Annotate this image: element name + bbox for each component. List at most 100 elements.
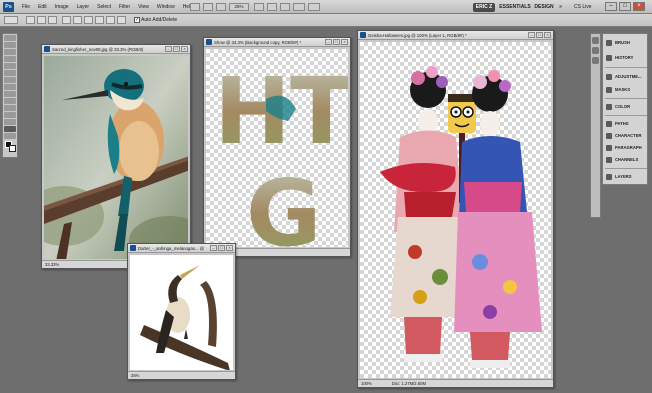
document-window-kingfisher[interactable]: Sacred_kingfisher_nov08.jpg @ 33.3% (RGB…	[41, 44, 191, 269]
paths-mode-button[interactable]	[37, 16, 46, 24]
document-window-geisha[interactable]: Geisha-Halloween.jpg @ 100% (Layer 1, RG…	[357, 30, 554, 388]
marquee-tool-icon[interactable]	[4, 42, 16, 48]
more-workspaces-button[interactable]: »	[557, 3, 564, 12]
panel-masks[interactable]: MASKS	[603, 84, 647, 95]
document-window-htg[interactable]: Show @ 33.3% (Background copy, RGB/8#) *…	[203, 37, 351, 257]
brush-presets-icon[interactable]	[592, 37, 599, 44]
document-statusbar: 100% Doc: 1.27M/2.60M	[358, 379, 553, 387]
clone-source-icon[interactable]	[592, 47, 599, 54]
document-titlebar[interactable]: Darter_-_anhinga_melanogas... @ 25% –□×	[128, 244, 235, 253]
ellipse-tool-icon[interactable]	[106, 16, 115, 24]
view-extras-button[interactable]	[216, 3, 226, 11]
freeform-pen-icon[interactable]	[73, 16, 82, 24]
menu-select[interactable]: Select	[93, 0, 115, 14]
panel-brush[interactable]: BRUSH	[603, 37, 647, 48]
document-size-info[interactable]: Doc: 1.27M/2.60M	[392, 381, 426, 386]
menu-file[interactable]: File	[18, 0, 34, 14]
panel-history[interactable]: HISTORY	[603, 52, 647, 63]
type-tool-icon[interactable]	[4, 133, 16, 139]
panel-paths[interactable]: PATHS	[603, 118, 647, 129]
menu-view[interactable]: View	[134, 0, 153, 14]
quick-select-tool-icon[interactable]	[4, 56, 16, 62]
hand-tool-button[interactable]	[254, 3, 264, 11]
panel-layers[interactable]: LAYERS	[603, 171, 647, 182]
document-window-buttons: – □ ×	[165, 46, 188, 52]
minimize-button[interactable]: –	[165, 46, 172, 52]
document-zoom-readout[interactable]: 25%	[131, 373, 139, 378]
panel-channels[interactable]: CHANNELS	[603, 154, 647, 165]
menu-filter[interactable]: Filter	[115, 0, 134, 14]
workspace-eric-z[interactable]: ERIC Z	[473, 3, 495, 12]
close-button[interactable]: ×	[181, 46, 188, 52]
maximize-button[interactable]: □	[173, 46, 180, 52]
maximize-button[interactable]: □	[218, 245, 225, 251]
rectangle-tool-icon[interactable]	[84, 16, 93, 24]
close-button[interactable]: ×	[633, 2, 645, 11]
document-zoom-readout[interactable]: 33.33%	[45, 262, 59, 267]
workspace-design[interactable]: DESIGN	[533, 3, 555, 12]
panel-dock-icons	[590, 33, 601, 218]
panel-paragraph[interactable]: PARAGRAPH	[603, 142, 647, 153]
history-brush-icon[interactable]	[4, 98, 16, 104]
close-button[interactable]: ×	[544, 32, 551, 38]
panel-color[interactable]: COLOR	[603, 101, 647, 112]
gradient-tool-icon[interactable]	[4, 112, 16, 118]
menu-image[interactable]: Image	[51, 0, 73, 14]
eraser-tool-icon[interactable]	[4, 105, 16, 111]
cs-live-button[interactable]: CS Live	[574, 3, 592, 11]
document-titlebar[interactable]: Show @ 33.3% (Background copy, RGB/8#) *…	[204, 38, 350, 47]
shape-layers-button[interactable]	[26, 16, 35, 24]
pen-tool-icon[interactable]	[62, 16, 71, 24]
eyedropper-tool-icon[interactable]	[4, 70, 16, 76]
screen-mode-button[interactable]	[308, 3, 320, 11]
arrange-documents-button[interactable]	[293, 3, 305, 11]
panel-adjustments-label: ADJUSTME...	[615, 74, 642, 79]
darter-photo	[140, 265, 230, 370]
panel-color-label: COLOR	[615, 104, 631, 109]
zoom-level-select[interactable]: 25%	[229, 3, 249, 11]
maximize-button[interactable]: □	[333, 39, 340, 45]
pen-tool-preset-icon[interactable]	[4, 16, 18, 24]
menu-window[interactable]: Window	[153, 0, 179, 14]
panel-adjustments[interactable]: ADJUSTME...	[603, 71, 647, 82]
background-color-swatch[interactable]	[9, 145, 16, 152]
restore-button[interactable]: □	[619, 2, 631, 11]
panel-divider	[605, 115, 647, 116]
document-canvas-htg[interactable]: H T G	[206, 49, 348, 247]
minimize-button[interactable]: –	[528, 32, 535, 38]
launch-mini-bridge-button[interactable]	[203, 3, 213, 11]
move-tool-icon[interactable]	[4, 35, 16, 41]
menu-layer[interactable]: Layer	[73, 0, 94, 14]
auto-add-delete-checkbox[interactable]: ✓	[134, 17, 140, 23]
maximize-button[interactable]: □	[536, 32, 543, 38]
document-titlebar[interactable]: Geisha-Halloween.jpg @ 100% (Layer 1, RG…	[358, 31, 553, 40]
rotate-view-button[interactable]	[280, 3, 290, 11]
polygon-tool-icon[interactable]	[117, 16, 126, 24]
menu-edit[interactable]: Edit	[34, 0, 51, 14]
minimize-button[interactable]: –	[325, 39, 332, 45]
document-zoom-readout[interactable]: 100%	[361, 381, 372, 386]
brush-tool-icon[interactable]	[4, 84, 16, 90]
minimize-button[interactable]: –	[605, 2, 617, 11]
launch-bridge-button[interactable]	[190, 3, 200, 11]
pen-tool-icon[interactable]	[4, 126, 16, 132]
zoom-tool-button[interactable]	[267, 3, 277, 11]
clone-stamp-icon[interactable]	[4, 91, 16, 97]
document-window-darter[interactable]: Darter_-_anhinga_melanogas... @ 25% –□× …	[127, 243, 236, 380]
document-canvas-darter[interactable]	[130, 255, 233, 370]
workspace-essentials[interactable]: ESSENTIALS	[499, 3, 531, 12]
lasso-tool-icon[interactable]	[4, 49, 16, 55]
minimize-button[interactable]: –	[210, 245, 217, 251]
close-button[interactable]: ×	[226, 245, 233, 251]
document-titlebar[interactable]: Sacred_kingfisher_nov08.jpg @ 33.3% (RGB…	[42, 45, 190, 54]
rounded-rect-tool-icon[interactable]	[95, 16, 104, 24]
panel-character[interactable]: CHARACTER	[603, 130, 647, 141]
healing-brush-icon[interactable]	[4, 77, 16, 83]
close-button[interactable]: ×	[341, 39, 348, 45]
tool-presets-icon[interactable]	[592, 57, 599, 64]
document-canvas-geisha[interactable]	[360, 42, 551, 378]
crop-tool-icon[interactable]	[4, 63, 16, 69]
document-canvas-kingfisher[interactable]	[44, 56, 188, 259]
dodge-tool-icon[interactable]	[4, 119, 16, 125]
fill-pixels-button[interactable]	[48, 16, 57, 24]
